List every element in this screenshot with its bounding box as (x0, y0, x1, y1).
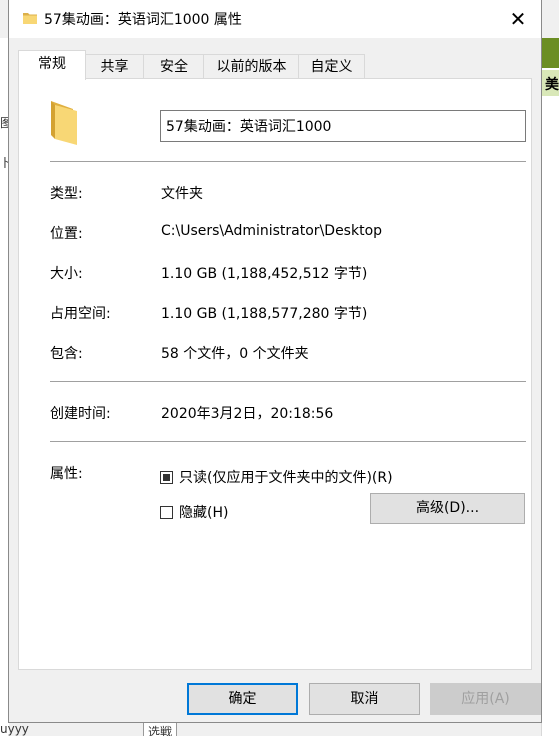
readonly-checkbox-row[interactable]: 只读(仅应用于文件夹中的文件)(R) (160, 467, 393, 487)
cancel-button[interactable]: 取消 (309, 683, 420, 715)
background-window-left (0, 38, 9, 736)
window-title: 57集动画：英语词汇1000 属性 (44, 12, 242, 28)
background-window-right (541, 38, 559, 736)
hidden-label: 隐藏(H) (179, 505, 229, 521)
created-value: 2020年3月2日，20:18:56 (161, 406, 334, 422)
type-value: 文件夹 (161, 186, 203, 202)
divider (50, 161, 526, 162)
hidden-checkbox[interactable] (160, 505, 173, 519)
attributes-label: 属性: (50, 466, 83, 482)
disk-size-label: 占用空间: (50, 306, 111, 322)
folder-icon (51, 101, 77, 145)
apply-button[interactable]: 应用(A) (430, 683, 541, 715)
size-label: 大小: (50, 266, 83, 282)
location-label: 位置: (50, 226, 83, 242)
disk-size-value: 1.10 GB (1,188,577,280 字节) (161, 306, 368, 322)
tab-security[interactable]: 安全 (143, 54, 205, 79)
close-icon: ✕ (509, 7, 527, 31)
ok-button[interactable]: 确定 (187, 683, 298, 715)
created-label: 创建时间: (50, 406, 111, 422)
title-bar[interactable]: 57集动画：英语词汇1000 属性 ✕ (9, 0, 541, 38)
tab-general[interactable]: 常规 (18, 50, 86, 80)
contains-value: 58 个文件，0 个文件夹 (161, 346, 309, 362)
advanced-button[interactable]: 高级(D)... (370, 493, 525, 524)
close-button[interactable]: ✕ (495, 0, 541, 38)
readonly-label: 只读(仅应用于文件夹中的文件)(R) (179, 470, 393, 486)
folder-icon (23, 13, 37, 24)
background-banner (541, 38, 559, 68)
tab-previous-versions[interactable]: 以前的版本 (203, 54, 300, 79)
readonly-checkbox[interactable] (160, 470, 173, 484)
location-value: C:\Users\Administrator\Desktop (161, 223, 383, 239)
properties-dialog: 57集动画：英语词汇1000 属性 ✕ 常规 共享 安全 以前的版本 自定义 类… (9, 0, 541, 722)
folder-name-input[interactable] (160, 110, 526, 142)
size-value: 1.10 GB (1,188,452,512 字节) (161, 266, 368, 282)
tab-sharing[interactable]: 共享 (84, 54, 145, 79)
contains-label: 包含: (50, 346, 83, 362)
general-panel: 类型: 文件夹 位置: C:\Users\Administrator\Deskt… (18, 78, 532, 670)
divider (50, 441, 526, 442)
background-button: 选戦 (143, 722, 178, 736)
background-text: uyyy (0, 722, 29, 736)
background-text: 美 (545, 77, 559, 93)
hidden-checkbox-row[interactable]: 隐藏(H) (160, 502, 228, 522)
tab-customize[interactable]: 自定义 (298, 54, 365, 79)
type-label: 类型: (50, 186, 83, 202)
divider (50, 381, 526, 382)
